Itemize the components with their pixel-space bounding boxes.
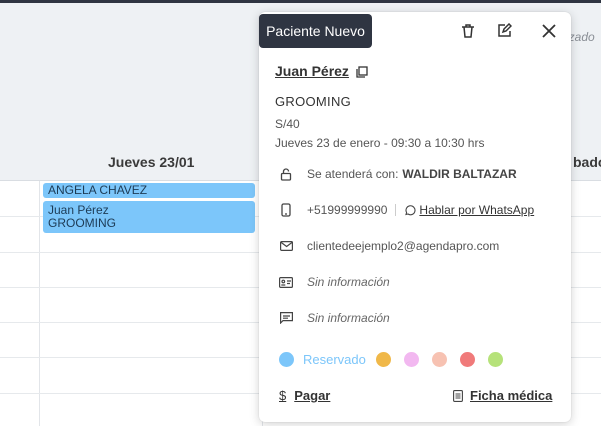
email-row: clientedeejemplo2@agendapro.com [279,239,499,253]
whatsapp-link[interactable]: Hablar por WhatsApp [419,203,534,217]
contact-row: +51999999990 Hablar por WhatsApp [279,203,534,217]
id-row: Sin información [279,275,390,289]
day-header-saturday[interactable]: bado [573,154,601,170]
appointment-popover: Paciente Nuevo Juan Pérez GROOMING S/40 … [259,12,571,422]
day-header-thursday[interactable]: Jueves 23/01 [108,154,194,170]
event-service: GROOMING [48,216,116,230]
close-icon[interactable] [538,20,560,42]
column-divider [39,181,40,426]
whatsapp-icon [404,204,416,216]
event-angela-chavez[interactable]: ANGELA CHAVEZ [43,183,255,198]
dollar-icon: $ [279,388,287,403]
patient-name-link[interactable]: Juan Pérez [275,63,349,79]
mail-icon [279,239,293,253]
phone-icon [279,203,293,217]
status-dot-green[interactable] [488,352,503,367]
pay-label: Pagar [294,388,331,403]
event-label: ANGELA CHAVEZ [48,183,148,197]
event-juan-perez[interactable]: Juan Pérez GROOMING [43,201,255,233]
status-dot-reserved[interactable] [279,352,294,367]
notes-row: Sin información [279,311,390,325]
medical-record-button[interactable]: Ficha médica [453,388,552,403]
copy-icon[interactable] [356,65,368,83]
id-info: Sin información [307,275,390,289]
trash-icon[interactable] [457,20,479,42]
document-icon [453,389,463,402]
appointment-datetime: Jueves 23 de enero - 09:30 a 10:30 hrs [275,136,485,150]
professional-name: WALDIR BALTAZAR [402,167,517,181]
attended-by-label: Se atenderá con: [307,167,399,181]
lock-icon [279,167,293,181]
edit-icon[interactable] [493,20,515,42]
id-card-icon [279,275,293,289]
notes-info: Sin información [307,311,390,325]
attended-by-row: Se atenderá con: WALDIR BALTAZAR [279,167,517,181]
email-address[interactable]: clientedeejemplo2@agendapro.com [307,239,499,253]
pay-button[interactable]: $ Pagar [279,388,330,403]
new-patient-tag: Paciente Nuevo [259,14,372,48]
separator [395,204,397,216]
status-dot-pink[interactable] [404,352,419,367]
medical-record-label: Ficha médica [470,388,553,403]
status-dot-orange[interactable] [376,352,391,367]
service-name: GROOMING [275,94,352,109]
status-dot-red[interactable] [460,352,475,367]
phone-number[interactable]: +51999999990 [307,203,387,217]
comment-icon [279,311,293,325]
status-dot-peach[interactable] [432,352,447,367]
status-label: Reservado [303,352,366,367]
service-price: S/40 [275,117,300,131]
